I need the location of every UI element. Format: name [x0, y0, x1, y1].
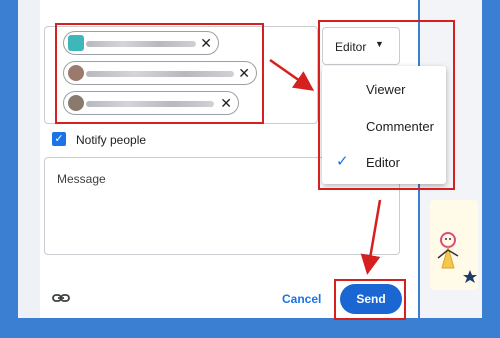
role-menu-item-label: Viewer: [366, 82, 406, 97]
redacted-email: [86, 41, 196, 47]
cancel-button[interactable]: Cancel: [282, 292, 321, 306]
remove-recipient-icon[interactable]: ✕: [200, 34, 212, 52]
remove-recipient-icon[interactable]: ✕: [220, 94, 232, 112]
role-menu-item-label: Editor: [366, 155, 400, 170]
recipient-email: [64, 62, 65, 63]
recipient-email: [64, 32, 65, 33]
redacted-email: [86, 101, 214, 107]
checkmark-icon: ✓: [336, 153, 349, 170]
drawing-thumbnail: [430, 200, 478, 290]
role-menu-item-commenter[interactable]: Commenter: [322, 111, 446, 141]
role-dropdown-label: Editor: [335, 40, 367, 54]
role-dropdown-button[interactable]: Editor ▼: [322, 27, 400, 65]
role-menu-item-viewer[interactable]: Viewer: [322, 74, 446, 104]
link-icon[interactable]: [52, 291, 70, 305]
recipient-chip[interactable]: ✕: [63, 91, 239, 115]
role-menu-item-editor[interactable]: ✓ Editor: [322, 147, 446, 177]
avatar: [68, 35, 84, 51]
avatar: [68, 95, 84, 111]
checkbox-checked-icon[interactable]: ✓: [52, 132, 66, 146]
recipient-chip[interactable]: ✕: [63, 31, 219, 55]
message-placeholder: Message: [57, 172, 106, 186]
recipients-field[interactable]: ✕ ✕ ✕: [44, 26, 318, 124]
avatar: [68, 65, 84, 81]
redacted-email: [86, 71, 234, 77]
role-menu-item-label: Commenter: [366, 119, 434, 134]
caret-down-icon: ▼: [375, 39, 384, 49]
send-button[interactable]: Send: [340, 284, 402, 314]
remove-recipient-icon[interactable]: ✕: [238, 64, 250, 82]
role-menu: Viewer Commenter ✓ Editor: [322, 66, 446, 184]
recipient-email: [64, 92, 65, 93]
background-panel-left: [18, 0, 40, 318]
notify-people-label: Notify people: [76, 133, 147, 147]
recipient-chip[interactable]: ✕: [63, 61, 257, 85]
